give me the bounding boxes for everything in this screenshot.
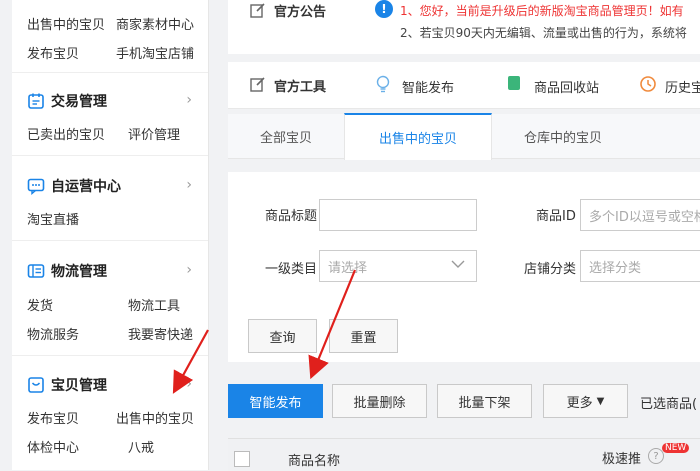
annotation-arrows [172,269,357,394]
annotation-arrow-publish [308,269,357,380]
annotation-arrow-sidebar [172,329,209,394]
